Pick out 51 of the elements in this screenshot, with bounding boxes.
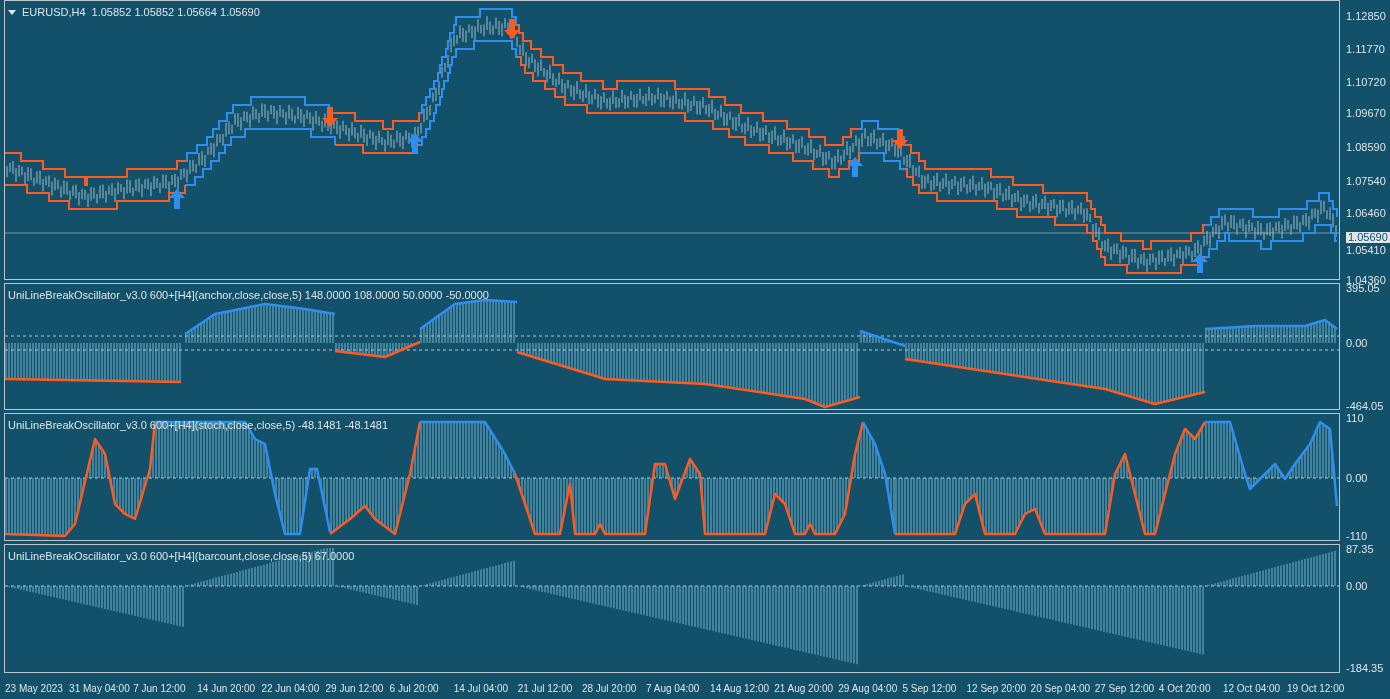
arrow-up-icon xyxy=(1192,253,1208,273)
arrow-up-icon xyxy=(169,189,185,209)
date-label: 23 May 2023 xyxy=(5,682,63,697)
axis-label: 0.00 xyxy=(1346,337,1368,349)
date-label: 7 Jun 12:00 xyxy=(133,682,186,697)
oscillator-line xyxy=(859,329,906,347)
date-label: 14 Aug 12:00 xyxy=(710,682,770,697)
ohlc-values: 1.05852 1.05852 1.05664 1.05690 xyxy=(91,5,260,20)
axis-label: 87.35 xyxy=(1346,544,1374,556)
price-label: 1.08590 xyxy=(1346,142,1386,153)
axis-label: -110 xyxy=(1346,531,1368,543)
current-price-label: 1.05690 xyxy=(1346,232,1390,243)
axis-label: -184.35 xyxy=(1346,663,1384,675)
axis-label: 0.00 xyxy=(1346,473,1368,485)
price-label: 1.10720 xyxy=(1346,77,1386,88)
date-label: 27 Sep 12:00 xyxy=(1094,682,1155,697)
indicator-label: UniLineBreakOscillator_v3.0 600+[H4](anchor,close,close,5) 148.0000 108.0000 50.0000 -50.0000 xyxy=(8,287,489,303)
axis-label: 0.00 xyxy=(1346,581,1368,593)
date-label: 29 Aug 04:00 xyxy=(838,682,898,697)
date-label: 20 Sep 04:00 xyxy=(1030,682,1091,697)
price-label: 1.11770 xyxy=(1346,44,1385,55)
arrow-down-icon xyxy=(892,129,908,149)
axis-label: 110 xyxy=(1346,413,1364,425)
date-label: 5 Sep 12:00 xyxy=(902,682,957,697)
date-label: 12 Oct 04:00 xyxy=(1222,682,1281,697)
date-label: 12 Sep 20:00 xyxy=(966,682,1026,697)
date-label: 7 Aug 04:00 xyxy=(646,682,700,697)
date-label: 6 Jul 20:00 xyxy=(389,682,439,697)
dropdown-icon[interactable] xyxy=(8,9,16,15)
date-label: 4 Oct 20:00 xyxy=(1158,682,1211,697)
arrow-down-icon xyxy=(504,19,520,39)
price-label: 1.06460 xyxy=(1346,208,1386,219)
indicator-label: UniLineBreakOscillator_v3.0 600+[H4](barcount,close,close,5) 67.0000 xyxy=(8,549,355,565)
price-label: 1.12850 xyxy=(1346,11,1386,22)
date-label: 22 Jun 04:00 xyxy=(261,682,320,697)
date-label: 21 Aug 20:00 xyxy=(774,682,834,697)
date-label: 19 Oct 12:00 xyxy=(1287,682,1345,697)
arrow-down-icon xyxy=(322,107,338,127)
symbol-label: EURUSD,H4 xyxy=(22,5,86,20)
price-label: 1.05410 xyxy=(1346,245,1386,256)
arrow-up-icon xyxy=(407,133,423,153)
date-label: 14 Jun 20:00 xyxy=(197,682,256,697)
date-label: 21 Jul 12:00 xyxy=(517,682,573,697)
date-label: 14 Jul 04:00 xyxy=(453,682,509,697)
date-label: 31 May 04:00 xyxy=(69,682,130,697)
price-label: 1.09670 xyxy=(1346,108,1386,119)
price-label: 1.07540 xyxy=(1346,176,1386,187)
axis-label: -464.05 xyxy=(1346,400,1384,412)
date-label: 29 Jun 12:00 xyxy=(325,682,384,697)
date-label: 28 Jul 20:00 xyxy=(581,682,637,697)
arrow-up-icon xyxy=(847,157,863,177)
